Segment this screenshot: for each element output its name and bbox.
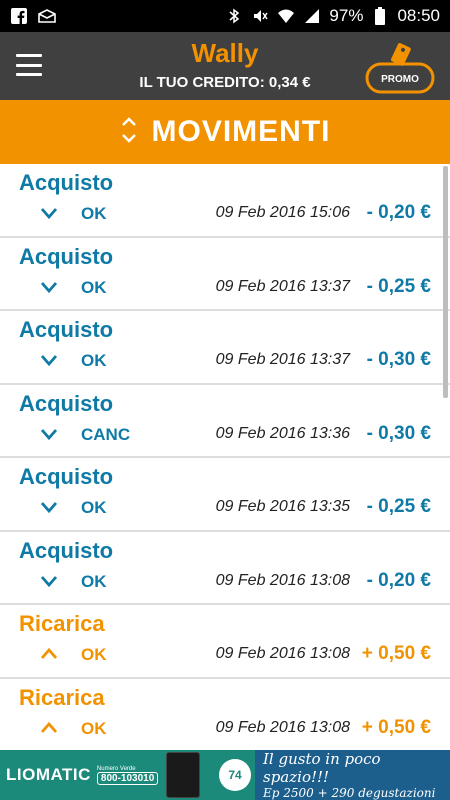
transaction-row[interactable]: Ricarica OK 09 Feb 2016 13:08 + 0,50 € bbox=[0, 605, 450, 679]
wifi-icon bbox=[277, 7, 295, 25]
vending-machine-image bbox=[166, 752, 201, 798]
ad-phone-block: Numero Verde 800-103010 bbox=[96, 765, 159, 785]
ad-slogan-line1: Il gusto in poco spazio!!! bbox=[263, 750, 381, 786]
battery-icon bbox=[371, 7, 389, 25]
transaction-row[interactable]: Acquisto OK 09 Feb 2016 13:37 - 0,25 € bbox=[0, 238, 450, 311]
transaction-status: OK bbox=[81, 718, 107, 738]
transaction-row[interactable]: Acquisto OK 09 Feb 2016 15:06 - 0,20 € bbox=[0, 164, 450, 238]
transaction-amount: - 0,30 € bbox=[366, 422, 431, 444]
chevron-down-icon[interactable] bbox=[40, 425, 58, 443]
transaction-type: Acquisto bbox=[19, 464, 114, 489]
ad-banner[interactable]: LIOMATIC Numero Verde 800-103010 74 Il g… bbox=[0, 750, 450, 800]
chevron-down-icon[interactable] bbox=[40, 498, 58, 516]
transaction-row[interactable]: Acquisto CANC 09 Feb 2016 13:36 - 0,30 € bbox=[0, 385, 450, 458]
transaction-status: OK bbox=[81, 645, 107, 664]
app-bar: Wally IL TUO CREDITO: 0,34 € PROMO bbox=[0, 32, 450, 100]
ad-banner-brand: LIOMATIC Numero Verde 800-103010 bbox=[0, 750, 215, 800]
transaction-amount: - 0,30 € bbox=[366, 349, 431, 370]
ad-slogan: Il gusto in poco spazio!!! Ep 2500 + 290… bbox=[255, 750, 450, 800]
battery-level: 97% bbox=[329, 6, 364, 25]
chevron-up-icon[interactable] bbox=[40, 719, 58, 737]
transaction-amount: - 0,25 € bbox=[366, 275, 431, 297]
ad-brand-name: LIOMATIC bbox=[6, 765, 91, 784]
scrollbar[interactable] bbox=[443, 166, 448, 398]
chevron-down-icon[interactable] bbox=[40, 572, 58, 590]
facebook-icon bbox=[10, 7, 28, 25]
transaction-row[interactable]: Acquisto OK 09 Feb 2016 13:37 - 0,30 € bbox=[0, 311, 450, 385]
transaction-type: Acquisto bbox=[19, 390, 114, 416]
transaction-type: Acquisto bbox=[19, 170, 114, 195]
transactions-list[interactable]: Acquisto OK 09 Feb 2016 15:06- 0,20 € Acqui… bbox=[0, 164, 450, 750]
ad-phone-number: 800-103010 bbox=[96, 771, 159, 785]
transaction-type: Ricarica bbox=[19, 611, 105, 636]
ad-phone-label: Numero Verde bbox=[96, 765, 136, 772]
transaction-date: 09 Feb 2016 13:37 bbox=[215, 277, 350, 295]
transaction-status: OK bbox=[81, 277, 107, 297]
transaction-status: CANC bbox=[81, 424, 131, 444]
transaction-date: 09 Feb 2016 13:36 bbox=[215, 424, 350, 442]
bluetooth-icon bbox=[225, 7, 243, 25]
transaction-date: 09 Feb 2016 13:35 bbox=[215, 498, 350, 515]
promo-tag-icon bbox=[365, 43, 435, 94]
mute-icon bbox=[251, 7, 269, 25]
mail-icon bbox=[38, 7, 56, 25]
sort-icon[interactable] bbox=[120, 115, 138, 150]
transaction-status: OK bbox=[81, 351, 107, 370]
transaction-date: 09 Feb 2016 13:08 bbox=[215, 645, 350, 662]
status-bar: 97% 08:50 bbox=[0, 0, 450, 32]
transaction-type: Acquisto bbox=[19, 243, 114, 269]
transaction-date: 09 Feb 2016 13:08 bbox=[215, 718, 350, 736]
promo-button[interactable]: PROMO bbox=[364, 40, 436, 96]
signal-icon bbox=[303, 7, 321, 25]
section-title: MOVIMENTI bbox=[151, 115, 331, 148]
chevron-down-icon[interactable] bbox=[40, 351, 58, 369]
chevron-down-icon[interactable] bbox=[40, 204, 58, 222]
ad-slogan-line2: Ep 2500 + 290 degustazioni bbox=[263, 786, 436, 800]
promo-label: PROMO bbox=[381, 74, 419, 85]
clock: 08:50 bbox=[397, 6, 440, 25]
transaction-amount: - 0,20 € bbox=[366, 569, 431, 591]
transaction-status: OK bbox=[81, 498, 107, 517]
transaction-amount: - 0,25 € bbox=[366, 496, 431, 517]
transaction-status: OK bbox=[81, 204, 107, 223]
transaction-row[interactable]: Acquisto OK 09 Feb 2016 13:35 - 0,25 € bbox=[0, 458, 450, 532]
chevron-up-icon[interactable] bbox=[40, 645, 58, 663]
section-header: MOVIMENTI bbox=[0, 100, 450, 164]
transaction-row[interactable]: Acquisto OK 09 Feb 2016 13:08 - 0,20 € bbox=[0, 532, 450, 605]
ad-badge: 74 bbox=[219, 759, 251, 791]
transaction-date: 09 Feb 2016 15:06 bbox=[215, 204, 350, 221]
transaction-type: Acquisto bbox=[19, 537, 114, 563]
transaction-amount: - 0,20 € bbox=[366, 202, 431, 223]
transaction-type: Acquisto bbox=[19, 317, 114, 342]
transaction-type: Ricarica bbox=[19, 684, 105, 710]
transaction-row[interactable]: Ricarica OK 09 Feb 2016 13:08 + 0,50 € bbox=[0, 679, 450, 751]
ad-badge-area: 74 bbox=[215, 750, 255, 800]
transaction-amount: + 0,50 € bbox=[361, 716, 431, 738]
transaction-date: 09 Feb 2016 13:37 bbox=[215, 351, 350, 368]
transaction-amount: + 0,50 € bbox=[361, 643, 431, 664]
transaction-status: OK bbox=[81, 571, 107, 591]
transaction-date: 09 Feb 2016 13:08 bbox=[215, 571, 350, 589]
chevron-down-icon[interactable] bbox=[40, 278, 58, 296]
